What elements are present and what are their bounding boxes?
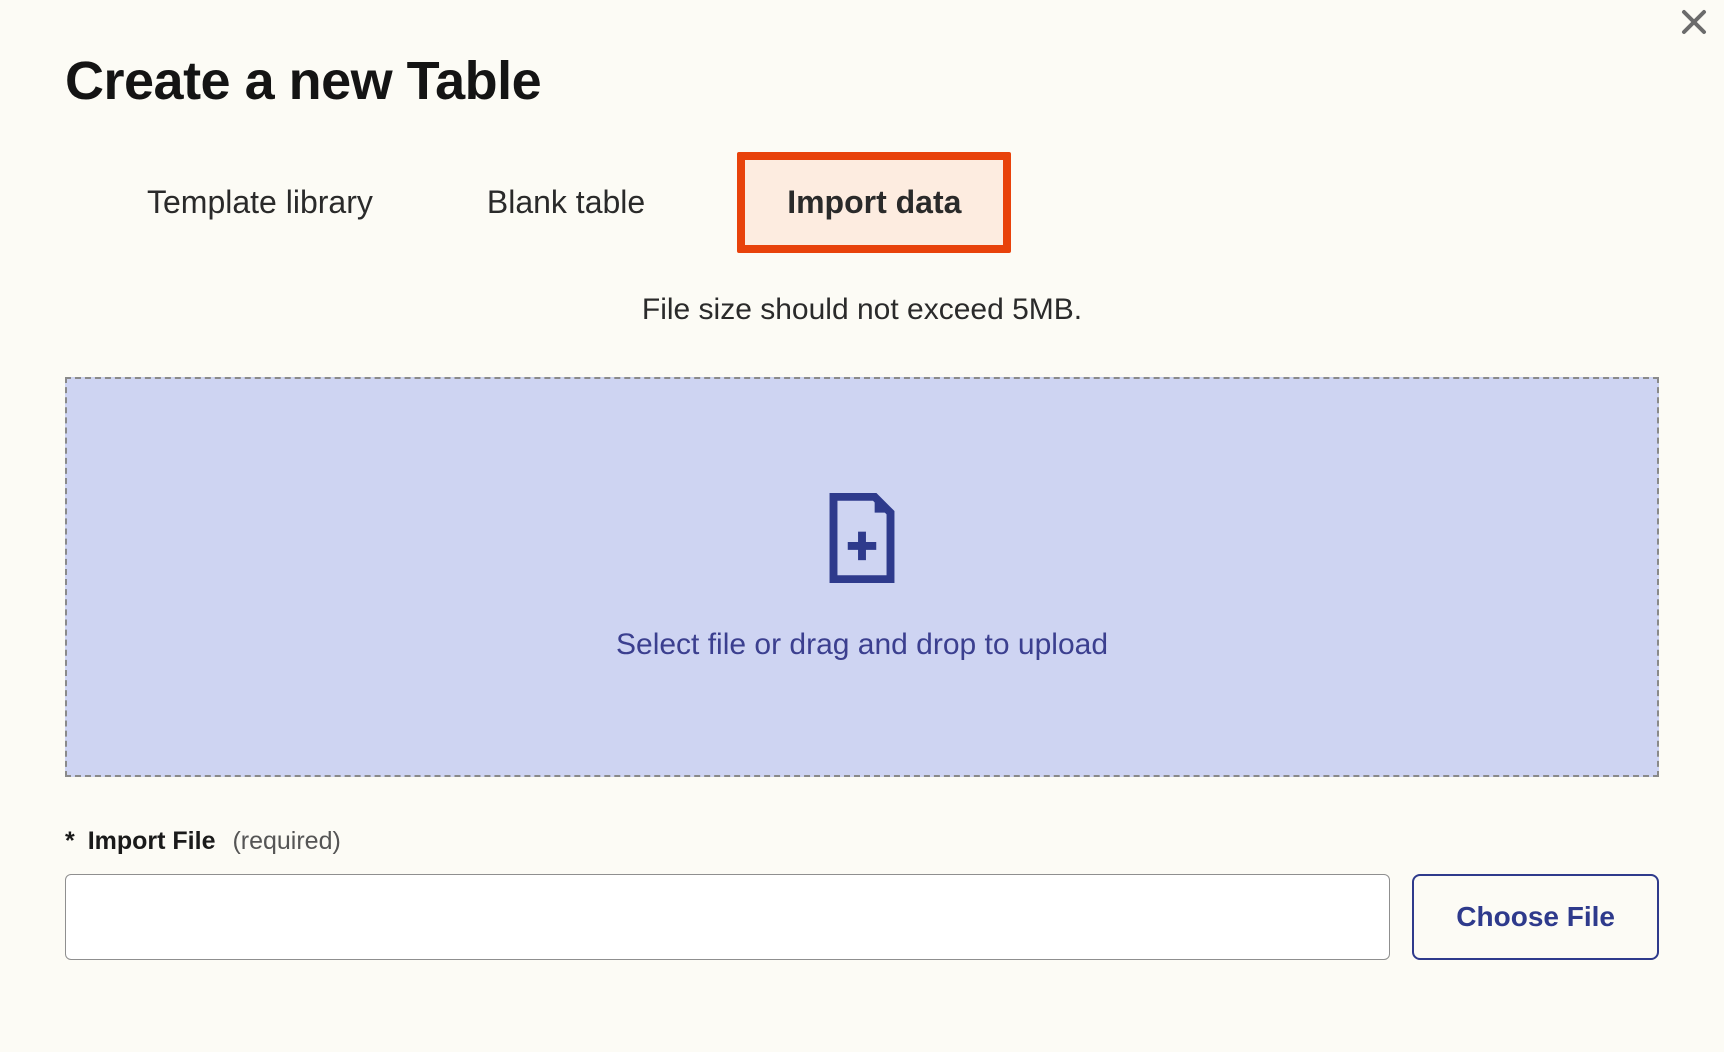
create-table-modal: Create a new Table Template library Blan… [0, 0, 1724, 1052]
tabs: Template library Blank table Import data [65, 152, 1659, 253]
tab-import-data[interactable]: Import data [737, 152, 1011, 253]
file-dropzone[interactable]: Select file or drag and drop to upload [65, 377, 1659, 777]
file-input-row: Choose File [65, 874, 1659, 960]
modal-title: Create a new Table [65, 50, 1659, 112]
import-file-label: * Import File (required) [65, 827, 1659, 856]
tab-import-data-label: Import data [745, 160, 1003, 245]
choose-file-button[interactable]: Choose File [1412, 874, 1659, 960]
import-file-label-main: Import File [88, 827, 216, 855]
file-size-hint: File size should not exceed 5MB. [65, 293, 1659, 327]
close-icon [1679, 7, 1709, 42]
file-add-icon [824, 493, 900, 588]
tab-template-library[interactable]: Template library [125, 166, 395, 239]
import-file-input[interactable] [65, 874, 1390, 960]
import-file-label-sub: (required) [232, 827, 340, 855]
close-button[interactable] [1674, 4, 1714, 44]
required-asterisk: * [65, 827, 75, 855]
dropzone-text: Select file or drag and drop to upload [616, 628, 1108, 662]
tab-blank-table[interactable]: Blank table [465, 166, 667, 239]
